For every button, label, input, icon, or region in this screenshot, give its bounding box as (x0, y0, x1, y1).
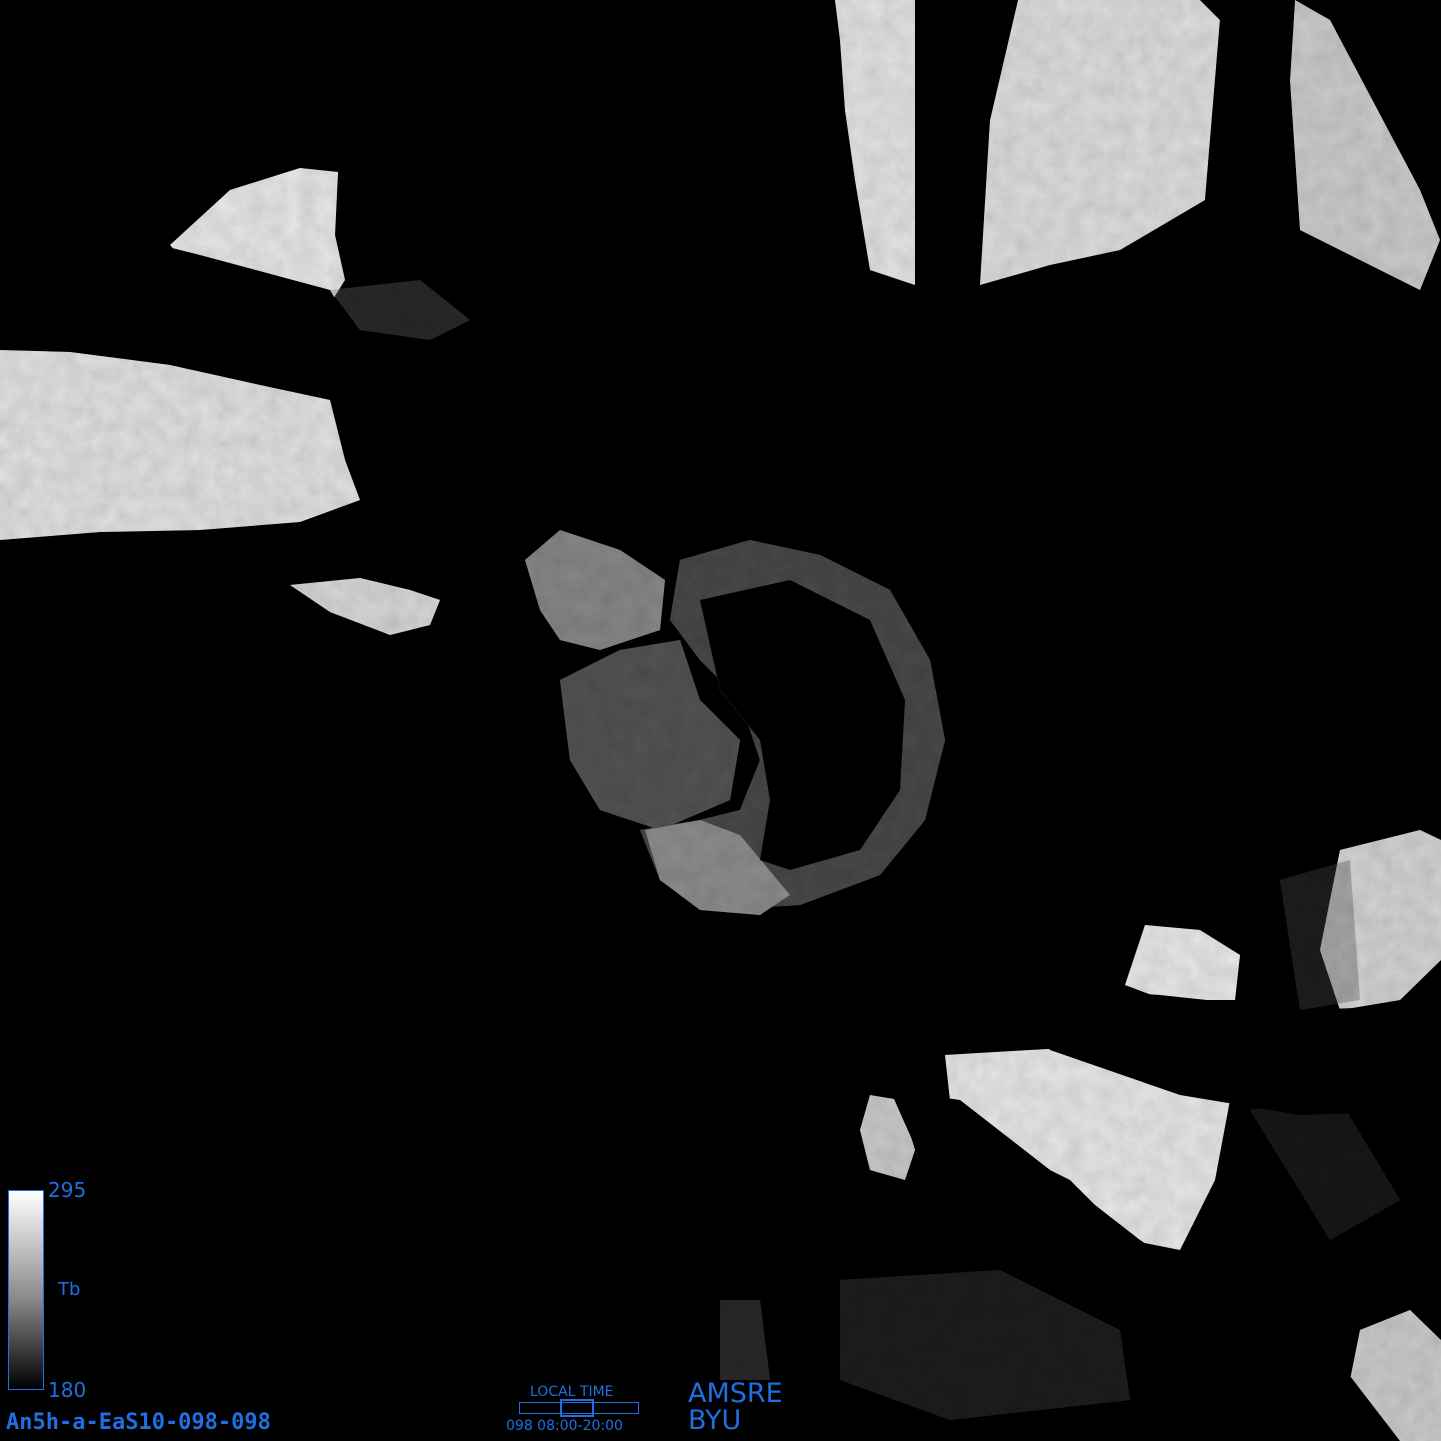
colorbar-unit-label: Tb (58, 1279, 81, 1300)
colorbar (8, 1190, 44, 1390)
swath-right-mid (1125, 925, 1240, 1000)
sensor-label: AMSRE (688, 1378, 783, 1409)
organization-label: BYU (688, 1405, 742, 1436)
swath-top-right (980, 0, 1220, 285)
swath-left-coast (290, 578, 440, 635)
product-id-label: An5h-a-EaS10-098-098 (6, 1410, 271, 1435)
swath-far-top-right (1290, 0, 1440, 290)
local-time-bar (519, 1399, 639, 1417)
antarctica-west (525, 530, 665, 650)
brightness-temperature-map (0, 0, 1441, 1441)
colorbar-min-label: 180 (48, 1378, 87, 1402)
local-time-title: LOCAL TIME (530, 1384, 614, 1400)
local-time-window (560, 1399, 594, 1417)
swath-top-center (835, 0, 915, 285)
local-time-range: 098 08:00-20:00 (506, 1418, 623, 1434)
colorbar-max-label: 295 (48, 1178, 87, 1202)
